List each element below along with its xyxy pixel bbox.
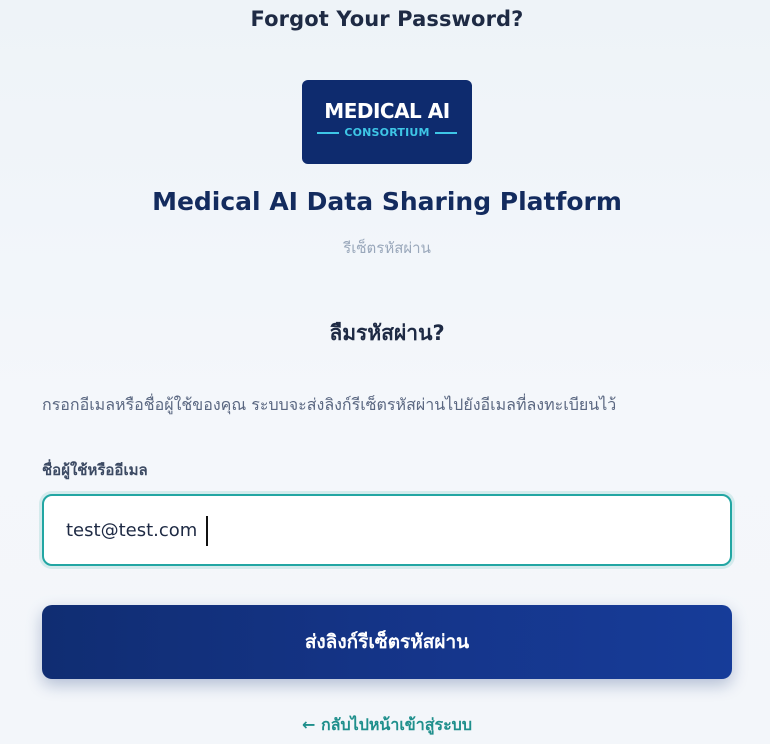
send-reset-link-button[interactable]: ส่งลิงก์รีเซ็ตรหัสผ่าน xyxy=(42,605,732,679)
medical-ai-consortium-logo: MEDICAL AI CONSORTIUM xyxy=(302,80,472,164)
username-field-wrapper xyxy=(42,494,732,566)
platform-title: Medical AI Data Sharing Platform xyxy=(152,187,622,216)
logo-left-line xyxy=(317,131,340,134)
forgot-password-page: Forgot Your Password? MEDICAL AI CONSORT… xyxy=(0,0,770,744)
page-header-title: Forgot Your Password? xyxy=(250,7,524,31)
form-heading: ลืมรหัสผ่าน? xyxy=(329,321,445,345)
logo-main-text: MEDICAL AI xyxy=(324,99,450,123)
username-email-input[interactable] xyxy=(44,496,730,564)
logo-sub-row: CONSORTIUM xyxy=(302,126,472,139)
logo-right-line xyxy=(434,131,457,134)
platform-subtitle: รีเซ็ตรหัสผ่าน xyxy=(343,239,431,257)
logo-sub-text: CONSORTIUM xyxy=(344,126,430,139)
form-instructions: กรอกอีเมลหรือชื่อผู้ใช้ของคุณ ระบบจะส่งล… xyxy=(42,395,617,414)
text-caret xyxy=(206,516,208,546)
username-field-label: ชื่อผู้ใช้หรืออีเมล xyxy=(42,461,148,479)
back-to-login-link[interactable]: ← กลับไปหน้าเข้าสู่ระบบ xyxy=(0,713,770,738)
